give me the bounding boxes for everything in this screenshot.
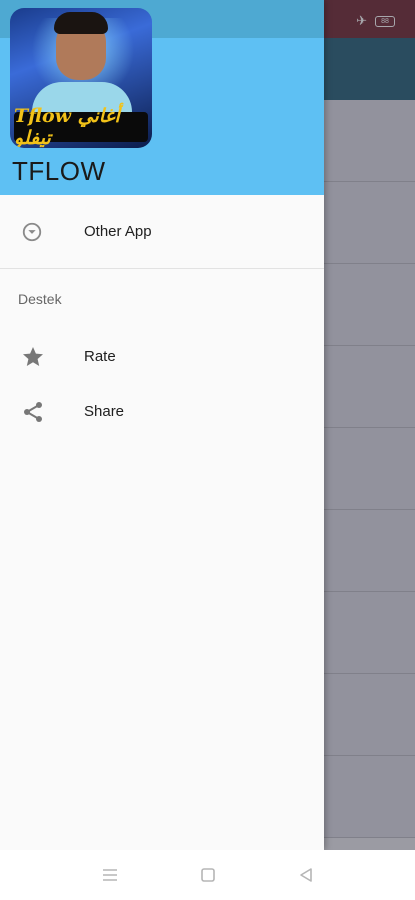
back-icon [299, 868, 312, 882]
chevron-down-circle-icon [0, 221, 84, 243]
app-avatar: Tflow أغاني تيفلو [10, 8, 152, 148]
back-button[interactable] [257, 850, 355, 900]
menu-item-other-app[interactable]: Other App [0, 195, 324, 268]
system-nav-bar [0, 850, 415, 900]
home-button[interactable] [159, 850, 257, 900]
section-label: Destek [18, 291, 62, 307]
app-name: TFLOW [12, 156, 106, 186]
menu-item-label: Other App [84, 223, 152, 240]
menu-item-share[interactable]: Share [0, 384, 324, 439]
avatar-hair [54, 12, 108, 34]
navigation-drawer: Tflow أغاني تيفلو TFLOW Other App Destek… [0, 0, 324, 850]
drawer-header: Tflow أغاني تيفلو TFLOW [0, 8, 324, 195]
star-icon [0, 345, 84, 369]
menu-item-label: Share [84, 403, 125, 420]
menu-item-rate[interactable]: Rate [0, 329, 324, 384]
home-icon [200, 868, 215, 882]
avatar-banner: Tflow أغاني تيفلو [14, 105, 148, 148]
menu-icon [102, 869, 117, 881]
share-icon [0, 400, 84, 424]
drawer-menu: Other App Destek Rate Share [0, 195, 324, 439]
recent-apps-button[interactable] [61, 850, 159, 900]
menu-item-label: Rate [84, 348, 116, 365]
